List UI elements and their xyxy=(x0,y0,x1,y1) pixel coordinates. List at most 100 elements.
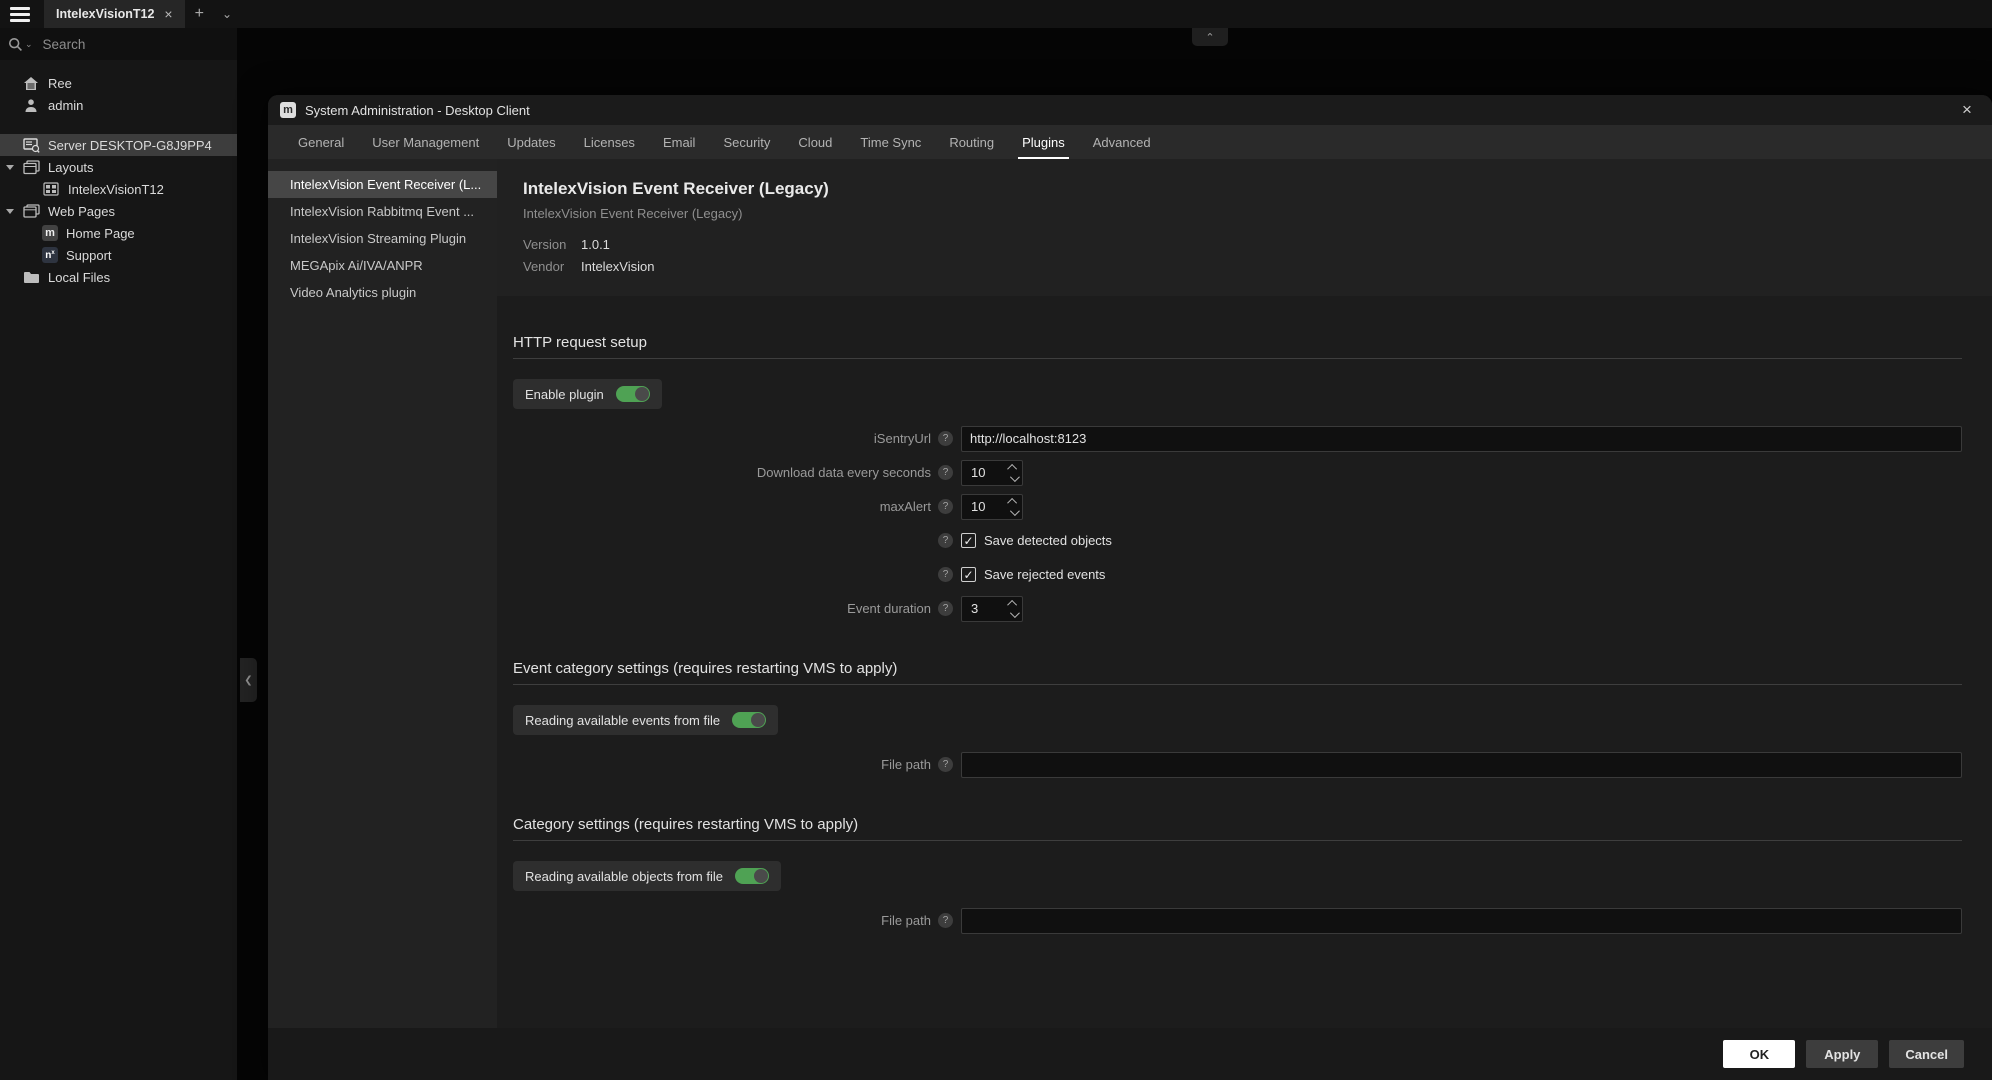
tab-licenses[interactable]: Licenses xyxy=(570,125,649,159)
event-duration-label: Event duration xyxy=(513,601,931,616)
system-administration-dialog: m System Administration - Desktop Client… xyxy=(268,95,1992,1080)
plugin-title: IntelexVision Event Receiver (Legacy) xyxy=(523,179,1962,199)
form-row-isentryurl: iSentryUrl ? xyxy=(513,425,1962,452)
plugin-list-item[interactable]: Video Analytics plugin xyxy=(268,279,497,306)
search-bar[interactable]: ⌄ xyxy=(0,28,237,60)
tree-item-current-user[interactable]: admin xyxy=(0,94,237,116)
plugin-list-item[interactable]: IntelexVision Rabbitmq Event ... xyxy=(268,198,497,225)
event-duration-stepper[interactable]: 3 xyxy=(961,596,1023,622)
top-panel-collapse-handle[interactable]: ⌃ xyxy=(1192,28,1228,46)
plugin-header: IntelexVision Event Receiver (Legacy) In… xyxy=(497,159,1992,296)
section-http-request-setup: HTTP request setup Enable plugin iSentry… xyxy=(513,334,1962,622)
dialog-title-bar: m System Administration - Desktop Client… xyxy=(268,95,1992,125)
ok-button[interactable]: OK xyxy=(1723,1040,1795,1068)
toggle-on-icon[interactable] xyxy=(732,712,766,728)
tree-item-server[interactable]: Server DESKTOP-G8J9PP4 xyxy=(0,134,237,156)
download-seconds-stepper[interactable]: 10 xyxy=(961,460,1023,486)
search-filter-chevron-icon[interactable]: ⌄ xyxy=(25,39,33,50)
form-row-save-rejected-events: ? ✓ Save rejected events xyxy=(513,561,1962,588)
plugin-list-item[interactable]: IntelexVision Event Receiver (L... xyxy=(268,171,497,198)
plugin-settings-panel: IntelexVision Event Receiver (Legacy) In… xyxy=(497,159,1992,1028)
apply-button[interactable]: Apply xyxy=(1806,1040,1878,1068)
help-icon[interactable]: ? xyxy=(938,601,953,616)
plugin-subtitle: IntelexVision Event Receiver (Legacy) xyxy=(523,206,1962,221)
help-icon[interactable]: ? xyxy=(938,757,953,772)
tab-list-menu-button[interactable]: ⌄ xyxy=(214,0,240,28)
help-icon[interactable]: ? xyxy=(938,431,953,446)
plugin-list-item[interactable]: IntelexVision Streaming Plugin xyxy=(268,225,497,252)
checkbox-checked-icon: ✓ xyxy=(961,567,976,582)
tree-item-local-files[interactable]: Local Files xyxy=(0,266,237,288)
plugin-vendor-row: Vendor IntelexVision xyxy=(523,259,1962,274)
help-icon[interactable]: ? xyxy=(938,913,953,928)
plugin-list: IntelexVision Event Receiver (L... Intel… xyxy=(268,159,497,1028)
help-icon[interactable]: ? xyxy=(938,533,953,548)
tree-spacer xyxy=(0,116,237,134)
tree-item-label: Layouts xyxy=(48,160,94,175)
tab-updates[interactable]: Updates xyxy=(493,125,569,159)
webpage-favicon-m-icon: m xyxy=(42,225,58,241)
dialog-footer: OK Apply Cancel xyxy=(268,1028,1992,1080)
expand-arrow-icon[interactable] xyxy=(6,209,14,214)
version-label: Version xyxy=(523,237,571,252)
folder-icon xyxy=(22,269,40,285)
dialog-title: System Administration - Desktop Client xyxy=(305,103,530,118)
cancel-button[interactable]: Cancel xyxy=(1889,1040,1964,1068)
help-icon[interactable]: ? xyxy=(938,567,953,582)
tab-advanced[interactable]: Advanced xyxy=(1079,125,1165,159)
isentryurl-label: iSentryUrl xyxy=(513,431,931,446)
reading-objects-toggle[interactable]: Reading available objects from file xyxy=(513,861,781,891)
form-row-objects-file-path: File path ? xyxy=(513,907,1962,934)
checkbox-checked-icon: ✓ xyxy=(961,533,976,548)
tree-item-layouts[interactable]: Layouts xyxy=(0,156,237,178)
dialog-close-icon[interactable]: × xyxy=(1954,100,1980,120)
objects-file-path-input[interactable] xyxy=(961,908,1962,934)
webpage-favicon-nx-icon: nx xyxy=(42,247,58,263)
tree-item-home-page[interactable]: m Home Page xyxy=(0,222,237,244)
expand-arrow-icon[interactable] xyxy=(6,165,14,170)
toggle-on-icon[interactable] xyxy=(735,868,769,884)
plugin-list-item[interactable]: MEGApix Ai/IVA/ANPR xyxy=(268,252,497,279)
help-icon[interactable]: ? xyxy=(938,499,953,514)
chevron-left-icon: ❮ xyxy=(244,675,252,686)
search-input[interactable] xyxy=(43,37,229,52)
new-tab-button[interactable]: + xyxy=(185,0,214,28)
enable-plugin-toggle[interactable]: Enable plugin xyxy=(513,379,662,409)
scene-tab-close-icon[interactable]: × xyxy=(164,6,172,22)
tree-item-label: Home Page xyxy=(66,226,135,241)
tree-item-label: IntelexVisionT12 xyxy=(68,182,164,197)
isentryurl-input[interactable] xyxy=(961,426,1962,452)
layout-grid-icon xyxy=(42,181,60,197)
help-icon[interactable]: ? xyxy=(938,465,953,480)
scene-tab[interactable]: IntelexVisionT12 × xyxy=(44,0,185,28)
plugin-version-row: Version 1.0.1 xyxy=(523,237,1962,252)
tab-plugins[interactable]: Plugins xyxy=(1008,125,1079,159)
tree-item-layout[interactable]: IntelexVisionT12 xyxy=(0,178,237,200)
section-event-category-settings: Event category settings (requires restar… xyxy=(513,660,1962,778)
reading-events-toggle[interactable]: Reading available events from file xyxy=(513,705,778,735)
tab-cloud[interactable]: Cloud xyxy=(784,125,846,159)
home-icon xyxy=(22,75,40,91)
tab-routing[interactable]: Routing xyxy=(935,125,1008,159)
tree-item-label: Web Pages xyxy=(48,204,115,219)
chevron-up-icon: ⌃ xyxy=(1205,31,1214,44)
tab-general[interactable]: General xyxy=(284,125,358,159)
tree-item-support[interactable]: nx Support xyxy=(0,244,237,266)
save-rejected-events-checkbox[interactable]: ✓ Save rejected events xyxy=(961,567,1105,582)
tab-user-management[interactable]: User Management xyxy=(358,125,493,159)
sidebar-collapse-handle[interactable]: ❮ xyxy=(240,658,257,702)
main-menu-button[interactable] xyxy=(0,0,40,28)
tab-security[interactable]: Security xyxy=(709,125,784,159)
tree-item-web-pages[interactable]: Web Pages xyxy=(0,200,237,222)
plus-icon: + xyxy=(195,5,204,23)
maxalert-stepper[interactable]: 10 xyxy=(961,494,1023,520)
tab-email[interactable]: Email xyxy=(649,125,710,159)
chevron-down-icon: ⌄ xyxy=(222,7,232,21)
tab-time-sync[interactable]: Time Sync xyxy=(846,125,935,159)
toggle-on-icon[interactable] xyxy=(616,386,650,402)
file-path-label: File path xyxy=(513,913,931,928)
events-file-path-input[interactable] xyxy=(961,752,1962,778)
stepper-value: 10 xyxy=(962,499,1004,514)
tree-item-cloud-system[interactable]: Ree xyxy=(0,72,237,94)
save-detected-objects-checkbox[interactable]: ✓ Save detected objects xyxy=(961,533,1112,548)
